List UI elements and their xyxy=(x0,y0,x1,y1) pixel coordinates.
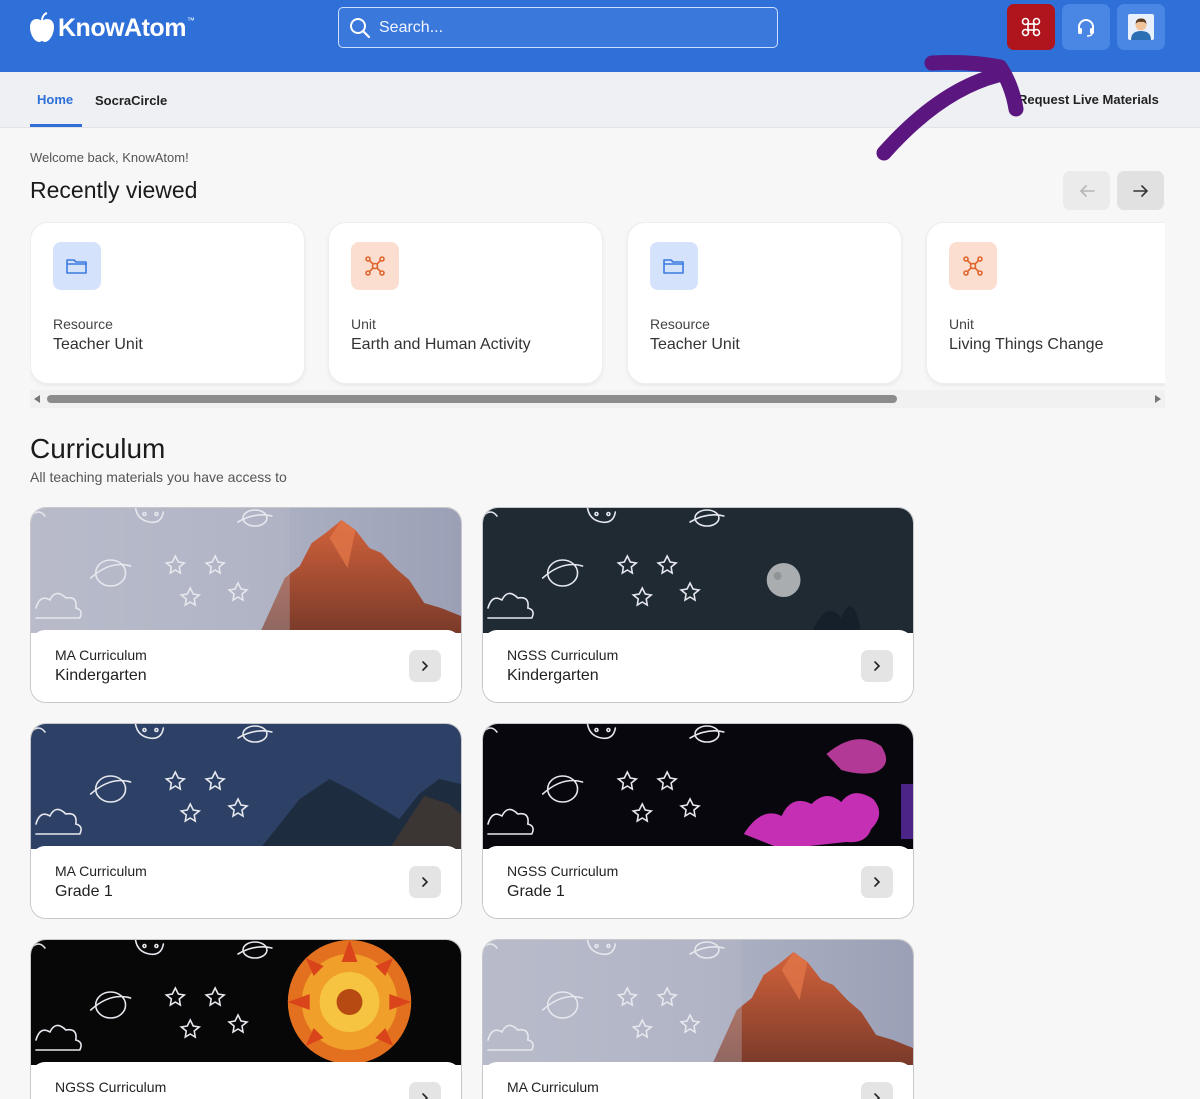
card-footer: NGSS Curriculum Grade 1 xyxy=(483,846,913,918)
avatar-icon xyxy=(1128,14,1154,40)
curriculum-heading: Curriculum xyxy=(30,433,166,464)
recent-card-kind: Resource xyxy=(53,316,113,332)
network-icon xyxy=(949,242,997,290)
search-box[interactable] xyxy=(338,7,778,48)
recent-card-name: Earth and Human Activity xyxy=(351,336,531,353)
request-live-materials-link[interactable]: Request Live Materials xyxy=(1018,92,1159,107)
welcome-message: Welcome back, KnowAtom! xyxy=(30,150,189,165)
curriculum-kind: NGSS Curriculum xyxy=(55,1079,167,1095)
open-curriculum-button[interactable] xyxy=(861,650,893,682)
recent-card-name: Teacher Unit xyxy=(650,336,740,353)
card-banner-image xyxy=(31,724,461,849)
card-footer: NGSS Curriculum xyxy=(31,1062,461,1099)
curriculum-grade: Grade 1 xyxy=(507,883,565,900)
curriculum-kind: MA Curriculum xyxy=(507,1079,599,1095)
recently-viewed-heading: Recently viewed xyxy=(30,177,198,203)
recent-card-name: Living Things Change xyxy=(949,336,1104,353)
open-curriculum-button[interactable] xyxy=(861,866,893,898)
command-icon xyxy=(1021,17,1041,37)
apple-icon xyxy=(30,12,54,42)
open-curriculum-button[interactable] xyxy=(409,650,441,682)
curriculum-card[interactable]: NGSS Curriculum xyxy=(30,939,462,1099)
open-curriculum-button[interactable] xyxy=(409,1082,441,1099)
curriculum-grade: Grade 1 xyxy=(55,883,113,900)
carousel-next-button[interactable] xyxy=(1117,171,1164,210)
card-banner-image xyxy=(31,508,461,633)
active-tab-indicator xyxy=(30,124,82,127)
search-input[interactable] xyxy=(379,18,759,37)
curriculum-card[interactable]: MA Curriculum xyxy=(482,939,914,1099)
curriculum-grade: Kindergarten xyxy=(507,667,599,684)
curriculum-kind: MA Curriculum xyxy=(55,647,147,663)
curriculum-card[interactable]: NGSS Curriculum Grade 1 xyxy=(482,723,914,919)
card-banner-image xyxy=(483,940,913,1065)
recent-card-kind: Unit xyxy=(949,316,974,332)
curriculum-card[interactable]: MA Curriculum Kindergarten xyxy=(30,507,462,703)
arrow-right-icon xyxy=(1132,184,1148,197)
curriculum-kind: NGSS Curriculum xyxy=(507,647,619,663)
card-footer: NGSS Curriculum Kindergarten xyxy=(483,630,913,702)
tab-home[interactable]: Home xyxy=(37,92,73,107)
card-banner-image xyxy=(483,724,913,849)
recent-card[interactable]: Unit Earth and Human Activity xyxy=(328,222,603,384)
curriculum-subtitle: All teaching materials you have access t… xyxy=(30,469,287,485)
chevron-right-icon xyxy=(422,661,429,671)
scroll-right-icon[interactable] xyxy=(1155,395,1161,403)
curriculum-card[interactable]: NGSS Curriculum Kindergarten xyxy=(482,507,914,703)
recent-card[interactable]: Resource Teacher Unit xyxy=(30,222,305,384)
card-footer: MA Curriculum Grade 1 xyxy=(31,846,461,918)
recently-viewed-carousel: Resource Teacher Unit Unit Earth and Hum… xyxy=(30,222,1165,387)
recent-card[interactable]: Unit Living Things Change xyxy=(926,222,1165,384)
tab-socracircle[interactable]: SocraCircle xyxy=(95,93,167,108)
scrollbar-thumb[interactable] xyxy=(47,395,897,403)
horizontal-scrollbar[interactable] xyxy=(30,390,1165,408)
open-curriculum-button[interactable] xyxy=(409,866,441,898)
annotation-arrow xyxy=(876,55,1024,161)
arrow-left-icon xyxy=(1079,184,1095,197)
curriculum-grade: Kindergarten xyxy=(55,667,147,684)
card-footer: MA Curriculum xyxy=(483,1062,913,1099)
open-curriculum-button[interactable] xyxy=(861,1082,893,1099)
card-footer: MA Curriculum Kindergarten xyxy=(31,630,461,702)
carousel-prev-button[interactable] xyxy=(1063,171,1110,210)
card-banner-image xyxy=(483,508,913,633)
headset-icon xyxy=(1078,19,1094,37)
recent-card-kind: Unit xyxy=(351,316,376,332)
folder-icon xyxy=(53,242,101,290)
trademark: ™ xyxy=(186,15,195,25)
profile-button[interactable] xyxy=(1117,4,1165,50)
recent-card-kind: Resource xyxy=(650,316,710,332)
folder-icon xyxy=(650,242,698,290)
chevron-right-icon xyxy=(422,877,429,887)
curriculum-kind: NGSS Curriculum xyxy=(507,863,619,879)
card-banner-image xyxy=(31,940,461,1065)
search-icon xyxy=(350,17,371,38)
support-button[interactable] xyxy=(1062,4,1110,50)
curriculum-card[interactable]: MA Curriculum Grade 1 xyxy=(30,723,462,919)
chevron-right-icon xyxy=(874,1093,881,1099)
knowatom-logo[interactable]: KnowAtom ™ xyxy=(28,12,195,44)
recent-card-name: Teacher Unit xyxy=(53,336,143,353)
recent-card[interactable]: Resource Teacher Unit xyxy=(627,222,902,384)
chevron-right-icon xyxy=(874,661,881,671)
chevron-right-icon xyxy=(874,877,881,887)
apps-button[interactable] xyxy=(1007,4,1055,50)
chevron-right-icon xyxy=(422,1093,429,1099)
network-icon xyxy=(351,242,399,290)
brand-name: KnowAtom xyxy=(58,13,186,42)
scroll-left-icon[interactable] xyxy=(34,395,40,403)
curriculum-kind: MA Curriculum xyxy=(55,863,147,879)
